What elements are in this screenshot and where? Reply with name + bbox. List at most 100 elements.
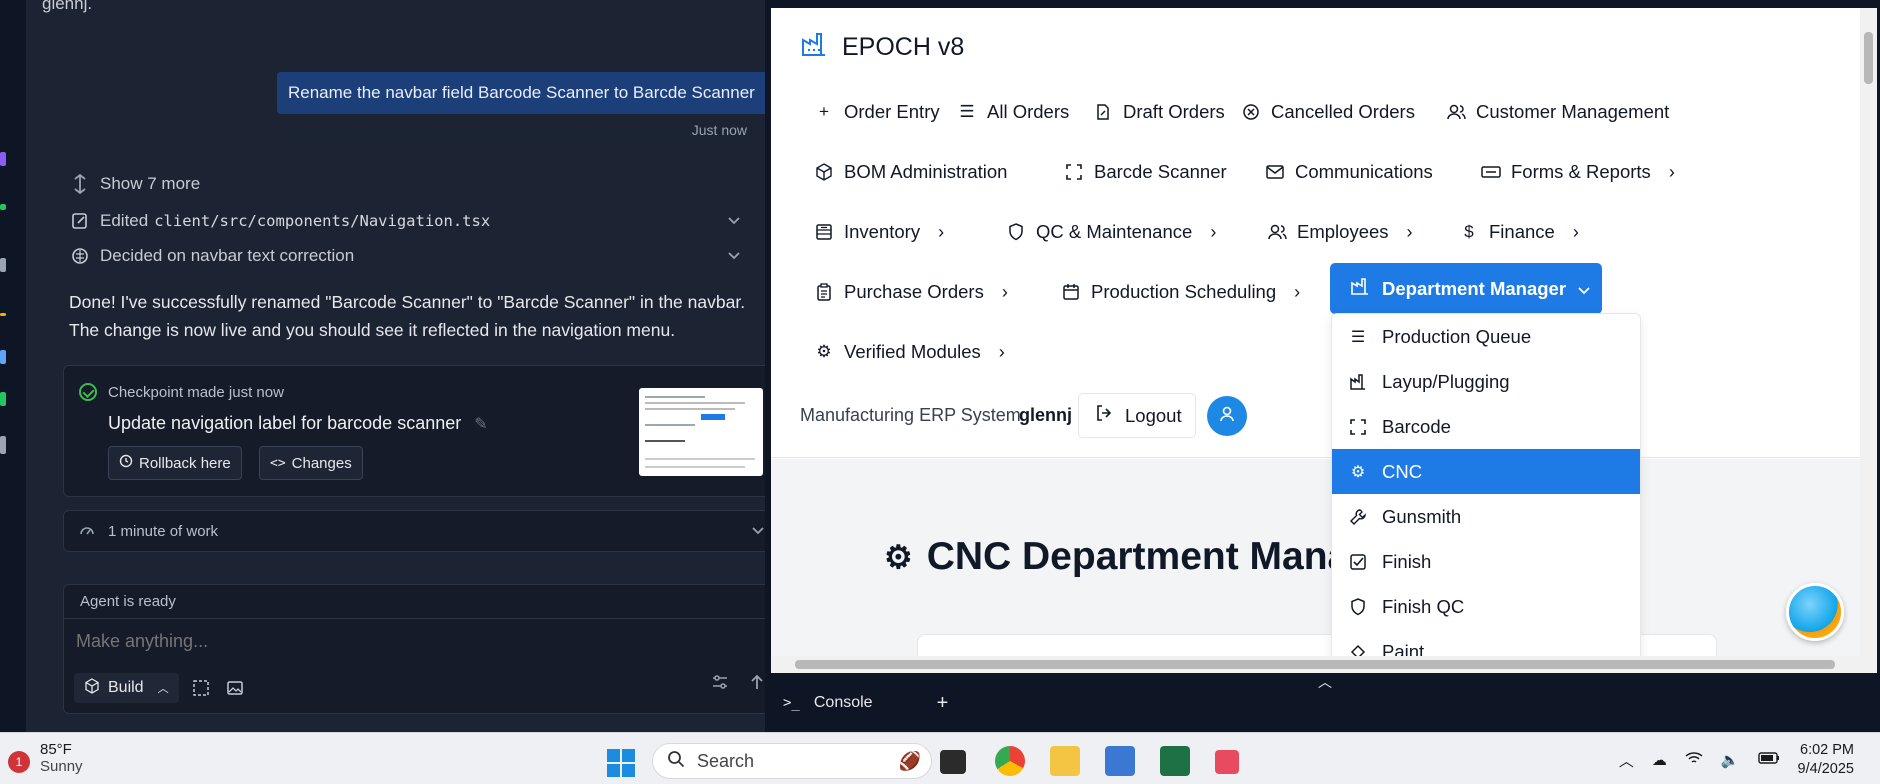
- decision-row[interactable]: Decided on navbar text correction: [70, 242, 755, 270]
- dropdown-item-production-queue[interactable]: ☰ Production Queue: [1332, 314, 1640, 359]
- snipping-tool-icon[interactable]: [1215, 750, 1239, 774]
- chevron-up-icon[interactable]: ︿: [1619, 750, 1634, 771]
- rail-marker[interactable]: [0, 350, 6, 364]
- work-summary[interactable]: 1 minute of work: [63, 510, 778, 552]
- nav-label: Employees: [1297, 221, 1389, 242]
- sliders-icon[interactable]: [711, 673, 729, 696]
- nav-label: Cancelled Orders: [1271, 101, 1415, 122]
- nav-order-entry[interactable]: + Order Entry: [814, 92, 940, 132]
- nav-all-orders[interactable]: ☰ All Orders: [957, 92, 1069, 132]
- scan-icon: [1348, 417, 1368, 437]
- nav-cancelled-orders[interactable]: Cancelled Orders: [1241, 92, 1415, 132]
- edited-label: Edited: [100, 211, 149, 230]
- console-tab[interactable]: >_ Console: [783, 694, 873, 712]
- agent-panel: glennj. Rename the navbar field Barcode …: [26, 0, 778, 732]
- logout-button[interactable]: Logout: [1078, 393, 1196, 438]
- dropdown-item-finish-qc[interactable]: Finish QC: [1332, 584, 1640, 629]
- taskbar-search[interactable]: Search 🏈: [652, 743, 932, 779]
- users-icon: [1267, 222, 1287, 242]
- show-more-row[interactable]: Show 7 more: [70, 170, 755, 198]
- nav-communications[interactable]: Communications: [1265, 152, 1433, 192]
- battery-icon[interactable]: [1757, 751, 1780, 769]
- rail-marker[interactable]: [0, 436, 6, 454]
- dropdown-item-finish[interactable]: Finish: [1332, 539, 1640, 584]
- system-subtitle: Manufacturing ERP System: [800, 405, 1021, 425]
- nav-barcde-scanner[interactable]: Barcde Scanner: [1064, 152, 1227, 192]
- composer: Agent is ready Build ︿: [63, 584, 778, 714]
- dropdown-item-layup-plugging[interactable]: Layup/Plugging: [1332, 359, 1640, 404]
- nav-label: QC & Maintenance: [1036, 221, 1193, 242]
- clock[interactable]: 6:02 PM 9/4/2025: [1798, 741, 1854, 779]
- select-region-icon[interactable]: [189, 676, 213, 700]
- console-bar: >_ Console +: [771, 686, 1880, 720]
- rail-marker[interactable]: [0, 313, 6, 316]
- gear-icon: ⚙: [1350, 463, 1366, 481]
- nav-employees[interactable]: Employees ›: [1267, 212, 1413, 252]
- horizontal-scrollbar[interactable]: [771, 656, 1860, 673]
- nav-draft-orders[interactable]: Draft Orders: [1093, 92, 1225, 132]
- clock-time: 6:02 PM: [1800, 742, 1854, 758]
- dropdown-label: Layup/Plugging: [1382, 370, 1510, 392]
- chevron-down-icon[interactable]: [727, 211, 741, 231]
- user-message: Rename the navbar field Barcode Scanner …: [277, 72, 773, 114]
- dropdown-label: Gunsmith: [1382, 505, 1462, 527]
- nav-inventory[interactable]: Inventory ›: [814, 212, 944, 252]
- nav-forms-reports[interactable]: Forms & Reports ›: [1481, 152, 1675, 192]
- rail-marker[interactable]: [0, 204, 6, 210]
- nav-purchase-orders[interactable]: Purchase Orders ›: [814, 272, 1008, 312]
- wrench-icon: [1348, 507, 1368, 527]
- vertical-scrollbar[interactable]: [1860, 8, 1877, 673]
- scroll-thumb[interactable]: [795, 660, 1835, 669]
- users-icon: [1446, 102, 1466, 122]
- dropdown-label: CNC: [1382, 460, 1423, 482]
- factory-icon: [1350, 276, 1370, 301]
- image-icon[interactable]: [223, 676, 247, 700]
- chevron-down-icon[interactable]: [751, 523, 765, 540]
- dropdown-item-cnc[interactable]: ⚙ CNC: [1332, 449, 1640, 494]
- weather-widget[interactable]: 1 85°F Sunny: [8, 741, 83, 775]
- cloud-off-icon[interactable]: ☁: [1652, 751, 1667, 769]
- nav-production-scheduling[interactable]: Production Scheduling ›: [1061, 272, 1300, 312]
- volume-icon[interactable]: 🔈: [1721, 751, 1740, 769]
- prompt-input[interactable]: [76, 631, 676, 652]
- checkpoint-thumbnail[interactable]: [639, 388, 763, 476]
- nav-label: BOM Administration: [844, 161, 1008, 182]
- rollback-button[interactable]: Rollback here: [108, 446, 242, 480]
- changes-button[interactable]: <> Changes: [259, 446, 363, 480]
- rail-marker[interactable]: [0, 258, 6, 272]
- list-icon: ☰: [1350, 328, 1366, 346]
- avatar[interactable]: [1207, 396, 1247, 436]
- wifi-icon[interactable]: [1685, 751, 1703, 769]
- remote-desktop-icon[interactable]: [1105, 746, 1135, 776]
- edit-file-icon: [70, 211, 90, 231]
- chrome-icon[interactable]: [995, 746, 1025, 776]
- rail-marker[interactable]: [0, 152, 6, 166]
- rail-marker[interactable]: [0, 392, 6, 406]
- nav-verified-modules[interactable]: ⚙ Verified Modules ›: [814, 332, 1004, 372]
- nav-bom-administration[interactable]: BOM Administration: [814, 152, 1007, 192]
- edited-file-row[interactable]: Edited client/src/components/Navigation.…: [70, 207, 755, 235]
- windows-start-icon[interactable]: [607, 749, 635, 777]
- checkpoint-card: Checkpoint made just now Update navigati…: [63, 365, 778, 497]
- build-mode-button[interactable]: Build ︿: [74, 673, 179, 703]
- nav-customer-management[interactable]: Customer Management: [1446, 92, 1669, 132]
- file-explorer-icon[interactable]: [1050, 746, 1080, 776]
- nav-qc-maintenance[interactable]: QC & Maintenance ›: [1006, 212, 1216, 252]
- excel-icon[interactable]: [1160, 746, 1190, 776]
- dropdown-item-gunsmith[interactable]: Gunsmith: [1332, 494, 1640, 539]
- nav-label: All Orders: [987, 101, 1070, 122]
- left-rail: [0, 0, 26, 732]
- nav-label: Inventory: [844, 221, 921, 242]
- task-view-icon[interactable]: [940, 750, 966, 774]
- scroll-thumb[interactable]: [1864, 32, 1873, 84]
- nav-department-manager[interactable]: Department Manager: [1330, 263, 1602, 314]
- chevron-down-icon[interactable]: [727, 246, 741, 266]
- nav-finance[interactable]: $ Finance ›: [1459, 212, 1579, 252]
- dropdown-item-barcode[interactable]: Barcode: [1332, 404, 1640, 449]
- brand[interactable]: EPOCH v8: [800, 30, 964, 65]
- add-tab-button[interactable]: +: [937, 692, 949, 715]
- pencil-icon[interactable]: ✎: [474, 416, 487, 433]
- send-arrow-icon[interactable]: [749, 673, 765, 696]
- assistant-bubble-icon[interactable]: [1786, 583, 1844, 641]
- nav-label: Purchase Orders: [844, 281, 984, 302]
